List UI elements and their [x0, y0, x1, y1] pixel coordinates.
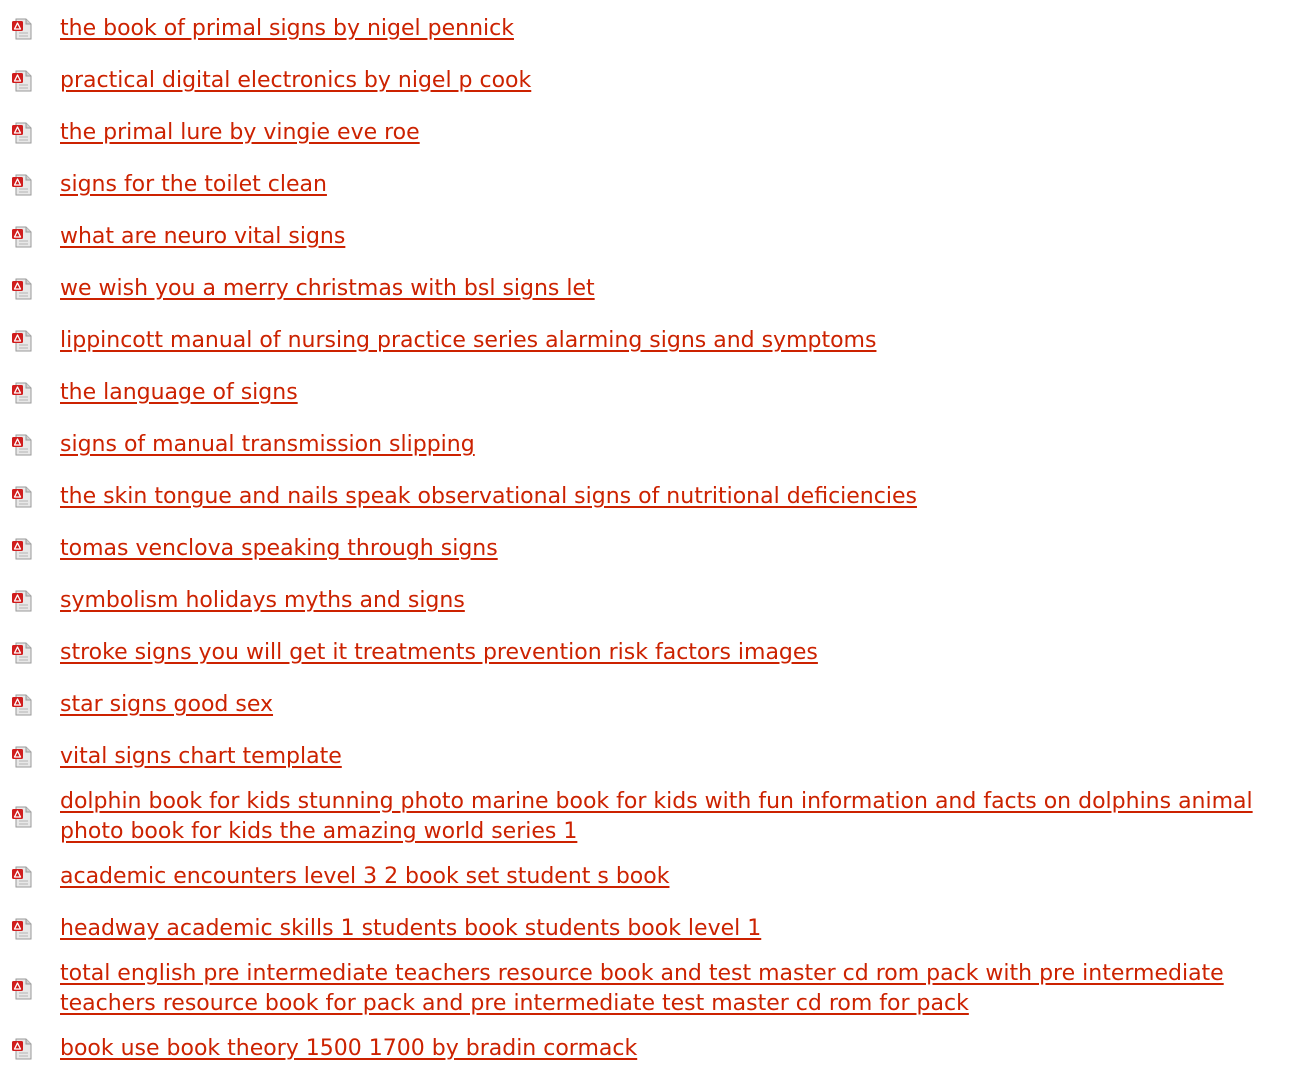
- pdf-file-icon[interactable]: [10, 70, 34, 92]
- document-link[interactable]: vital signs chart template: [60, 742, 342, 772]
- list-item: we wish you a merry christmas with bsl s…: [0, 263, 1313, 315]
- document-link[interactable]: book use book theory 1500 1700 by bradin…: [60, 1034, 637, 1064]
- pdf-file-icon[interactable]: [10, 694, 34, 716]
- document-link[interactable]: total english pre intermediate teachers …: [60, 959, 1313, 1019]
- pdf-file-icon[interactable]: [10, 330, 34, 352]
- document-link[interactable]: what are neuro vital signs: [60, 222, 345, 252]
- document-link[interactable]: lippincott manual of nursing practice se…: [60, 326, 876, 356]
- list-item: signs of manual transmission slipping: [0, 419, 1313, 471]
- pdf-file-icon[interactable]: [10, 486, 34, 508]
- document-link[interactable]: the language of signs: [60, 378, 298, 408]
- pdf-file-icon[interactable]: [10, 122, 34, 144]
- document-link[interactable]: star signs good sex: [60, 690, 273, 720]
- document-link[interactable]: signs of manual transmission slipping: [60, 430, 475, 460]
- pdf-file-icon[interactable]: [10, 806, 34, 828]
- pdf-file-icon[interactable]: [10, 18, 34, 40]
- document-link[interactable]: academic encounters level 3 2 book set s…: [60, 862, 669, 892]
- pdf-file-icon[interactable]: [10, 746, 34, 768]
- pdf-file-icon[interactable]: [10, 642, 34, 664]
- pdf-file-icon[interactable]: [10, 434, 34, 456]
- list-item: practical digital electronics by nigel p…: [0, 55, 1313, 107]
- list-item: star signs good sex: [0, 679, 1313, 731]
- pdf-file-icon[interactable]: [10, 278, 34, 300]
- document-link[interactable]: the primal lure by vingie eve roe: [60, 118, 420, 148]
- pdf-file-icon[interactable]: [10, 866, 34, 888]
- list-item: book use book theory 1500 1700 by bradin…: [0, 1023, 1313, 1075]
- list-item: the language of signs: [0, 367, 1313, 419]
- list-item: signs for the toilet clean: [0, 159, 1313, 211]
- pdf-file-icon[interactable]: [10, 590, 34, 612]
- pdf-file-icon[interactable]: [10, 978, 34, 1000]
- pdf-file-icon[interactable]: [10, 382, 34, 404]
- list-item: academic encounters level 3 2 book set s…: [0, 851, 1313, 903]
- list-item: the skin tongue and nails speak observat…: [0, 471, 1313, 523]
- pdf-file-icon[interactable]: [10, 1038, 34, 1060]
- document-list: the book of primal signs by nigel pennic…: [0, 3, 1313, 1075]
- list-item: the primal lure by vingie eve roe: [0, 107, 1313, 159]
- list-item: total english pre intermediate teachers …: [0, 955, 1313, 1023]
- list-item: headway academic skills 1 students book …: [0, 903, 1313, 955]
- pdf-file-icon[interactable]: [10, 918, 34, 940]
- list-item: dolphin book for kids stunning photo mar…: [0, 783, 1313, 851]
- document-link[interactable]: tomas venclova speaking through signs: [60, 534, 498, 564]
- document-link[interactable]: we wish you a merry christmas with bsl s…: [60, 274, 595, 304]
- document-link[interactable]: dolphin book for kids stunning photo mar…: [60, 787, 1313, 847]
- list-item: tomas venclova speaking through signs: [0, 523, 1313, 575]
- list-item: stroke signs you will get it treatments …: [0, 627, 1313, 679]
- list-item: symbolism holidays myths and signs: [0, 575, 1313, 627]
- document-link[interactable]: the book of primal signs by nigel pennic…: [60, 14, 514, 44]
- document-link[interactable]: headway academic skills 1 students book …: [60, 914, 761, 944]
- list-item: lippincott manual of nursing practice se…: [0, 315, 1313, 367]
- list-item: vital signs chart template: [0, 731, 1313, 783]
- document-link[interactable]: signs for the toilet clean: [60, 170, 327, 200]
- pdf-file-icon[interactable]: [10, 174, 34, 196]
- list-item: the book of primal signs by nigel pennic…: [0, 3, 1313, 55]
- pdf-file-icon[interactable]: [10, 226, 34, 248]
- document-link[interactable]: stroke signs you will get it treatments …: [60, 638, 818, 668]
- document-link[interactable]: symbolism holidays myths and signs: [60, 586, 465, 616]
- pdf-file-icon[interactable]: [10, 538, 34, 560]
- list-item: what are neuro vital signs: [0, 211, 1313, 263]
- document-link[interactable]: the skin tongue and nails speak observat…: [60, 482, 917, 512]
- document-link[interactable]: practical digital electronics by nigel p…: [60, 66, 531, 96]
